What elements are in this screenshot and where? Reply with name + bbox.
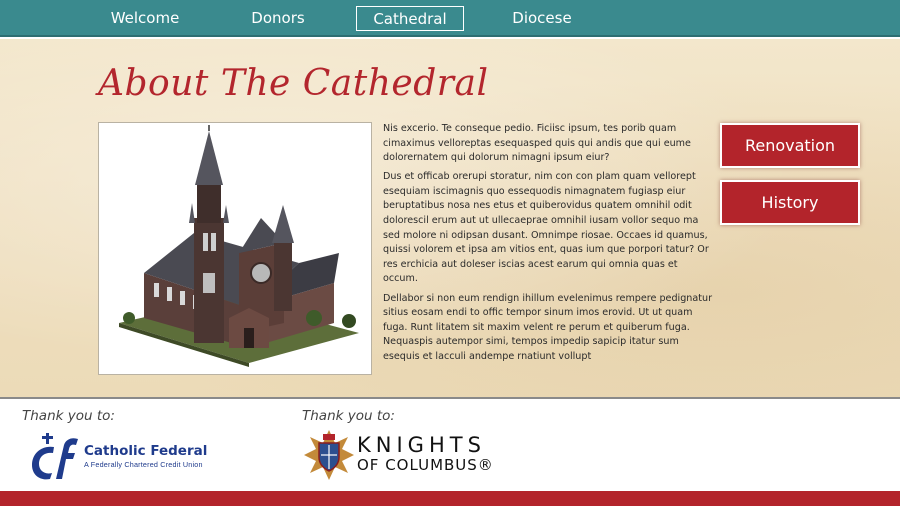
page-title: About The Cathedral bbox=[98, 63, 489, 104]
nav-item-cathedral[interactable]: Cathedral bbox=[356, 6, 464, 31]
sponsor-1-subtitle: A Federally Chartered Credit Union bbox=[84, 460, 203, 469]
footer-sponsors: Thank you to: Thank you to: Catholic Fed… bbox=[0, 401, 900, 491]
sponsor-2-line-1: KNIGHTS bbox=[357, 433, 486, 457]
paragraph-3: Dellabor si non eum rendign ihillum evel… bbox=[383, 292, 713, 362]
description-text: Nis excerio. Te conseque pedio. Ficiisc … bbox=[383, 122, 713, 369]
thanks-label-left: Thank you to: bbox=[22, 408, 115, 424]
renovation-button[interactable]: Renovation bbox=[720, 123, 860, 168]
nav-item-welcome[interactable]: Welcome bbox=[100, 6, 190, 31]
history-button[interactable]: History bbox=[720, 180, 860, 225]
paragraph-2: Dus et officab orerupi storatur, nim con… bbox=[383, 171, 709, 285]
top-navigation: Welcome Donors Cathedral Diocese bbox=[0, 0, 900, 37]
cathedral-image bbox=[98, 122, 372, 375]
sponsor-2-line-2: OF COLUMBUS® bbox=[357, 456, 494, 474]
catholic-federal-logo[interactable]: Catholic Federal A Federally Chartered C… bbox=[24, 429, 224, 487]
knights-emblem-icon bbox=[304, 430, 354, 480]
thanks-label-right: Thank you to: bbox=[302, 408, 395, 424]
knights-of-columbus-logo[interactable]: KNIGHTS OF COLUMBUS® bbox=[303, 429, 533, 485]
main-content: About The Cathedral Nis excerio. Te cons… bbox=[0, 39, 900, 399]
paragraph-1: Nis excerio. Te conseque pedio. Ficiisc … bbox=[383, 123, 691, 164]
nav-item-diocese[interactable]: Diocese bbox=[497, 6, 587, 31]
sponsor-1-name: Catholic Federal bbox=[84, 443, 208, 459]
cf-emblem-icon bbox=[32, 433, 78, 480]
nav-item-donors[interactable]: Donors bbox=[233, 6, 323, 31]
bottom-accent-bar bbox=[0, 491, 900, 506]
